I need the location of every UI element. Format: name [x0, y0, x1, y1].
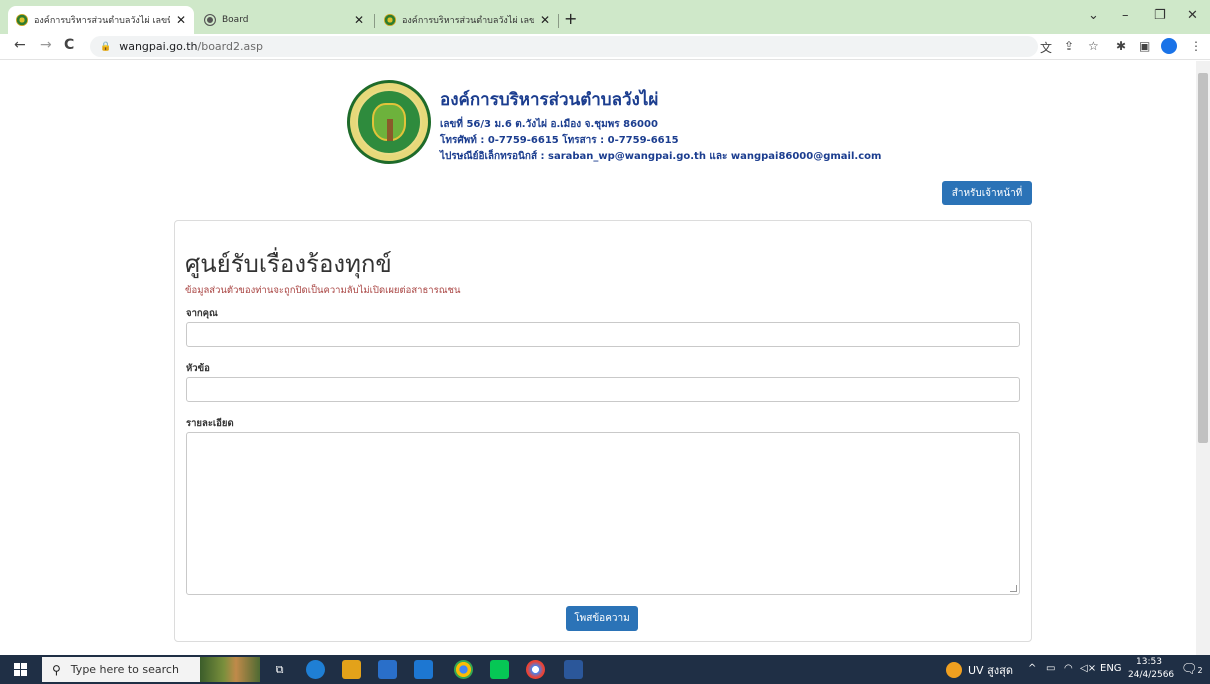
clock-date[interactable]: 24/4/2566 [1128, 670, 1174, 680]
globe-icon [204, 14, 216, 26]
resize-grip-icon[interactable] [1010, 585, 1017, 592]
chrome-profile-icon[interactable] [526, 660, 545, 679]
tab-title: Board [222, 15, 249, 25]
search-icon: ⚲ [52, 662, 61, 677]
new-tab-icon[interactable]: + [564, 9, 577, 28]
browser-toolbar: ← → C 🔒 wangpai.go.th /board2.asp 文 ⇪ ☆ … [0, 34, 1210, 60]
organization-email: ไปรษณีย์อิเล็กทรอนิกส์ : saraban_wp@wang… [440, 151, 882, 162]
staff-login-button[interactable]: สำหรับเจ้าหน้าที่ [942, 181, 1032, 205]
line-app-icon[interactable] [490, 660, 509, 679]
organization-address: เลขที่ 56/3 ม.6 ต.วังไผ่ อ.เมือง จ.ชุมพร… [440, 119, 658, 130]
search-placeholder: Type here to search [70, 663, 179, 676]
reload-icon[interactable]: C [64, 37, 74, 53]
from-input[interactable] [186, 322, 1020, 347]
tab-title: องค์การบริหารส่วนตำบลวังไผ่ เลขที่ 56 [34, 16, 170, 26]
wifi-icon[interactable]: ◠ [1064, 663, 1073, 674]
windows-start-icon[interactable] [14, 663, 27, 676]
tab-board[interactable]: Board ✕ [196, 6, 372, 34]
uv-sun-icon [946, 662, 962, 678]
window-close-icon[interactable]: ✕ [1187, 8, 1198, 23]
bookmark-star-icon[interactable]: ☆ [1088, 39, 1099, 53]
clock-time[interactable]: 13:53 [1136, 657, 1162, 667]
close-icon[interactable]: ✕ [176, 13, 186, 27]
language-indicator[interactable]: ENG [1100, 663, 1122, 674]
chrome-icon[interactable] [454, 660, 473, 679]
edge-browser-icon[interactable] [306, 660, 325, 679]
organization-name: องค์การบริหารส่วนตำบลวังไผ่ [440, 90, 659, 110]
notification-icon: 🗨 [1181, 662, 1198, 677]
mail-icon[interactable] [414, 660, 433, 679]
url-path: /board2.asp [197, 40, 263, 53]
detail-label: รายละเอียด [186, 418, 234, 429]
taskbar-search-input[interactable]: ⚲ Type here to search [42, 657, 200, 682]
detail-textarea[interactable] [186, 432, 1020, 595]
share-icon[interactable]: ⇪ [1064, 39, 1074, 53]
uv-weather-widget[interactable]: UV สูงสุด [946, 661, 1013, 679]
close-icon[interactable]: ✕ [540, 13, 550, 27]
tray-chevron-icon[interactable]: ^ [1028, 663, 1036, 674]
word-icon[interactable] [564, 660, 583, 679]
from-label: จากคุณ [186, 308, 218, 319]
address-bar[interactable]: 🔒 wangpai.go.th /board2.asp [90, 36, 1038, 57]
menu-icon[interactable]: ⋮ [1190, 39, 1202, 53]
scrollbar-thumb[interactable] [1198, 73, 1208, 443]
form-title: ศูนย์รับเรื่องร้องทุกข์ [185, 250, 392, 278]
file-explorer-icon[interactable] [342, 660, 361, 679]
site-logo-icon [384, 14, 396, 26]
back-icon[interactable]: ← [14, 37, 26, 53]
organization-phone: โทรศัพท์ : 0-7759-6615 โทรสาร : 0-7759-6… [440, 135, 679, 146]
search-highlight-image[interactable] [200, 657, 260, 682]
profile-avatar-icon[interactable] [1161, 38, 1177, 54]
forward-icon[interactable]: → [40, 37, 52, 53]
browser-tab-strip: องค์การบริหารส่วนตำบลวังไผ่ เลขที่ 56 ✕ … [0, 0, 1210, 34]
tab-wangpai-2[interactable]: องค์การบริหารส่วนตำบลวังไผ่ เลขที่ 56 ✕ [376, 6, 558, 34]
url-host: wangpai.go.th [119, 40, 198, 53]
post-message-button[interactable]: โพสข้อความ [566, 606, 638, 631]
close-icon[interactable]: ✕ [354, 13, 364, 27]
subject-label: หัวข้อ [186, 363, 210, 374]
tab-search-icon[interactable]: ⌄ [1088, 8, 1099, 23]
task-view-icon[interactable]: ⧉ [270, 660, 289, 679]
translate-icon[interactable]: 文 [1040, 39, 1052, 56]
site-logo-icon [16, 14, 28, 26]
lock-icon: 🔒 [100, 41, 112, 52]
uv-text: UV สูงสุด [968, 664, 1014, 677]
page-scrollbar[interactable] [1196, 61, 1210, 655]
tab-title: องค์การบริหารส่วนตำบลวังไผ่ เลขที่ 56 [402, 16, 534, 26]
extensions-icon[interactable]: ✱ [1116, 39, 1126, 53]
notification-center-icon[interactable]: 🗨2 [1181, 662, 1203, 677]
seal-tree-trunk [387, 119, 393, 141]
store-icon[interactable] [378, 660, 397, 679]
windows-taskbar: ⚲ Type here to search ⧉ UV สูงสุด ^ ▭ ◠ … [0, 655, 1210, 684]
minimize-icon[interactable]: – [1122, 8, 1129, 23]
organization-seal-logo [347, 80, 431, 164]
side-panel-icon[interactable]: ▣ [1139, 39, 1150, 53]
volume-icon[interactable]: ◁× [1080, 663, 1096, 674]
tab-separator [558, 14, 559, 28]
tab-wangpai-1[interactable]: องค์การบริหารส่วนตำบลวังไผ่ เลขที่ 56 ✕ [8, 6, 194, 34]
battery-icon[interactable]: ▭ [1046, 663, 1055, 674]
subject-input[interactable] [186, 377, 1020, 402]
tab-separator [374, 14, 375, 28]
privacy-note: ข้อมูลส่วนตัวของท่านจะถูกปิดเป็นความลับไ… [185, 285, 461, 296]
restore-icon[interactable]: ❐ [1154, 8, 1166, 23]
notification-count: 2 [1197, 666, 1203, 675]
